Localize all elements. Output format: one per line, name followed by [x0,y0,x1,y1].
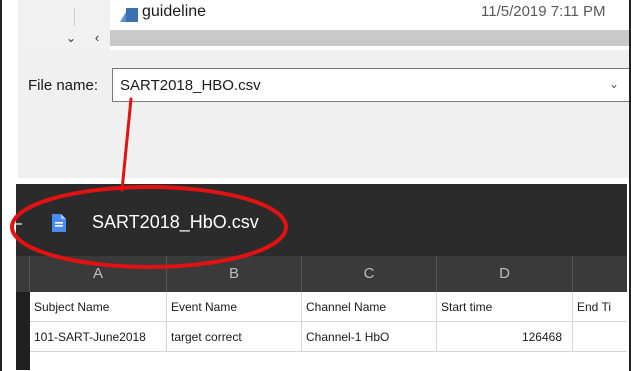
cell[interactable]: target correct [167,322,302,352]
sheet-titlebar: SART2018_HbO.csv [16,184,627,256]
table-row [16,352,627,370]
horizontal-scrollbar[interactable] [110,30,629,46]
file-name-label: File name: [28,77,99,94]
cell[interactable]: End Ti [573,292,627,322]
file-list-area: guideline 11/5/2019 7:11 PM ⌄ ‹ [2,0,629,50]
chevron-down-icon[interactable]: ⌄ [60,30,82,46]
cell[interactable]: Channel-1 HbO [302,322,437,352]
column-header-a[interactable]: A [30,256,167,292]
table-row: 101-SART-June2018 target correct Channel… [16,322,627,352]
column-header-b[interactable]: B [167,256,302,292]
select-all-corner[interactable] [16,256,30,292]
column-header-row: A B C D [16,256,627,292]
row-number[interactable] [16,292,30,322]
spreadsheet-window: SART2018_HbO.csv A B C D Subject Name Ev… [16,184,627,371]
cell[interactable]: 101-SART-June2018 [30,322,167,352]
column-header-e[interactable] [573,256,627,292]
table-row: Subject Name Event Name Channel Name Sta… [16,292,627,322]
document-icon [52,214,66,232]
save-file-dialog: guideline 11/5/2019 7:11 PM ⌄ ‹ File nam… [2,0,629,178]
cell[interactable]: Channel Name [302,292,437,322]
file-list-item-date: 11/5/2019 7:11 PM [481,3,606,20]
file-name-dropdown-icon[interactable]: ⌄ [609,77,619,91]
column-header-d[interactable]: D [437,256,573,292]
scroll-left-arrow-icon[interactable]: ‹ [87,30,107,46]
file-list-item-name[interactable]: guideline [142,3,206,21]
cell[interactable] [573,322,627,352]
column-header-c[interactable]: C [302,256,437,292]
file-name-value: SART2018_HBO.csv [120,77,261,94]
file-shortcut-icon [120,8,138,22]
file-name-panel: File name: SART2018_HBO.csv ⌄ [18,50,629,178]
column-divider [74,8,75,26]
file-name-input[interactable]: SART2018_HBO.csv ⌄ [112,68,629,102]
cell[interactable]: Event Name [167,292,302,322]
row-number[interactable] [16,352,30,370]
cell[interactable]: Start time [437,292,573,322]
row-number[interactable] [16,322,30,352]
cell[interactable]: Subject Name [30,292,167,322]
titlebar-edge-mark [16,223,22,225]
sheet-file-title: SART2018_HbO.csv [92,212,259,232]
cell[interactable]: 126468 [437,322,573,352]
cell-grid: Subject Name Event Name Channel Name Sta… [16,292,627,371]
